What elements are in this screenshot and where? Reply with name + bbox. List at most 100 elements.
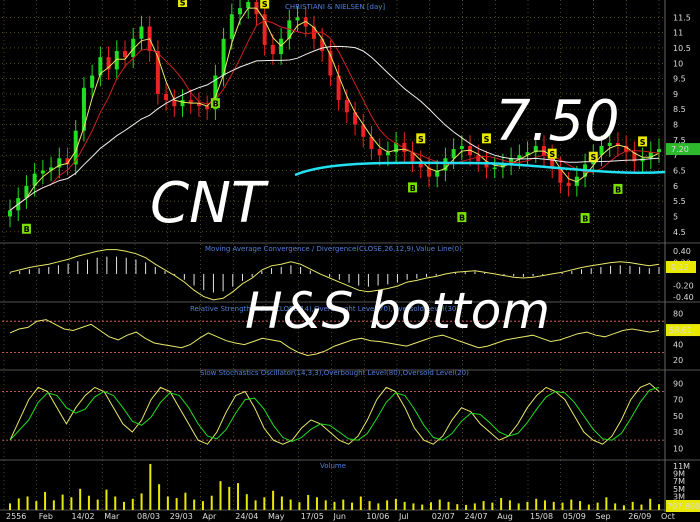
volume-bar — [351, 502, 354, 510]
candle-down — [377, 149, 382, 156]
buy-signal-marker: B — [457, 212, 467, 223]
price-y-tick: 5 — [673, 212, 678, 221]
rsi-y-tick: 40 — [673, 341, 683, 350]
volume-bar — [465, 504, 468, 510]
price-y-tick: 8.5 — [673, 105, 686, 114]
volume-bar — [245, 494, 248, 510]
x-tick-label: Aug — [497, 512, 513, 521]
volume-bar — [473, 503, 476, 510]
sell-signal-marker: S — [638, 136, 648, 147]
price-y-tick: 8 — [673, 121, 678, 130]
volume-bar — [52, 500, 55, 510]
price-y-tick: 10.5 — [673, 44, 691, 53]
volume-bar — [412, 503, 415, 510]
price-y-tick: 5.5 — [673, 197, 686, 206]
volume-bar — [508, 500, 511, 510]
macd-y-tick: -0.40 — [673, 293, 694, 302]
price-y-tick: 4.5 — [673, 228, 686, 237]
rsi-last-label: 58.61 — [669, 326, 692, 335]
volume-bar — [140, 493, 143, 510]
volume-bar — [658, 504, 660, 510]
volume-bar — [394, 498, 397, 510]
x-tick-label: 2556 — [6, 512, 26, 521]
stoch-title: Slow Stochastics Oscillator(14,3,3),Over… — [200, 369, 469, 377]
chart-canvas[interactable]: 2556 Feb 14/02 Mar 08/03 29/03 Apr 24/04 May 17/0… — [0, 0, 700, 522]
volume-bar — [482, 501, 485, 510]
candle-up — [180, 100, 185, 107]
price-y-tick: 9 — [673, 90, 678, 99]
signal-label: B — [459, 214, 465, 223]
volume-bar — [298, 502, 301, 510]
macd-title: Moving Average Convergence / Divergence(… — [205, 245, 462, 253]
volume-bar — [438, 499, 441, 510]
x-tick-label: 05/09 — [563, 512, 586, 521]
price-y-tick: 11 — [673, 29, 683, 38]
volume-bar — [622, 505, 625, 510]
volume-bar — [631, 501, 634, 510]
volume-bar — [491, 502, 494, 510]
volume-bar — [368, 501, 371, 510]
signal-label: B — [213, 100, 219, 109]
volume-bar — [587, 504, 590, 510]
volume-bar — [289, 499, 292, 510]
candle-up — [451, 149, 456, 159]
x-tick-label: Oct — [661, 512, 675, 521]
volume-bar — [70, 497, 73, 510]
candle-up — [229, 14, 234, 39]
volume-bar — [605, 497, 608, 510]
candle-down — [566, 182, 571, 186]
buy-signal-marker: B — [580, 213, 590, 224]
price-y-tick: 10 — [673, 59, 683, 68]
volume-bar — [87, 495, 90, 510]
macd-y-tick: -0.20 — [673, 282, 694, 291]
sell-signal-marker: S — [178, 0, 188, 8]
volume-bar — [219, 481, 222, 510]
annotation-pattern: H&S bottom — [245, 282, 550, 340]
volume-bar — [526, 501, 529, 510]
x-tick-label: Jun — [333, 512, 347, 521]
candle-up — [657, 149, 661, 153]
volume-bar — [175, 498, 178, 510]
candle-up — [139, 26, 144, 39]
candle-down — [164, 93, 169, 101]
volume-bar — [403, 501, 406, 510]
volume-bar — [359, 496, 362, 510]
x-tick-label: 24/04 — [235, 512, 258, 521]
volume-bar — [500, 498, 503, 510]
candle-down — [270, 44, 275, 55]
volume-title: Volume — [320, 462, 346, 470]
x-tick-label: Mar — [104, 512, 120, 521]
volume-bar — [193, 499, 196, 510]
volume-bar — [61, 494, 64, 510]
x-tick-label: 26/09 — [628, 512, 651, 521]
volume-bar — [228, 486, 231, 510]
annotation-price: 7.50 — [495, 89, 620, 154]
volume-bar — [543, 500, 546, 510]
rsi-y-tick: 80 — [673, 309, 683, 318]
x-tick-label: 02/07 — [432, 512, 455, 521]
signal-label: B — [615, 185, 621, 194]
stoch-y-tick: 50 — [673, 412, 683, 421]
stoch-y-tick: 70 — [673, 396, 683, 405]
volume-bar — [570, 499, 573, 510]
macd-y-tick: 0.40 — [673, 247, 691, 256]
buy-signal-marker: B — [613, 183, 623, 194]
sell-signal-marker: S — [481, 133, 491, 144]
volume-bar — [421, 504, 424, 510]
signal-label: B — [582, 215, 588, 224]
volume-bar — [184, 492, 187, 510]
volume-bar — [123, 501, 126, 510]
signal-label: S — [262, 0, 268, 9]
macd-last-label: 0.12 — [671, 263, 689, 272]
volume-bar — [429, 502, 432, 510]
rsi-y-tick: 20 — [673, 356, 683, 365]
volume-bar — [561, 502, 564, 510]
volume-bar — [96, 499, 99, 510]
volume-bar — [342, 499, 345, 510]
volume-bar — [210, 495, 213, 510]
volume-bar — [517, 503, 520, 510]
x-tick-label: Jul — [398, 512, 409, 521]
x-tick-label: 08/03 — [137, 512, 160, 521]
volume-last-label: 707,800 — [667, 502, 700, 511]
candle-up — [459, 146, 464, 150]
